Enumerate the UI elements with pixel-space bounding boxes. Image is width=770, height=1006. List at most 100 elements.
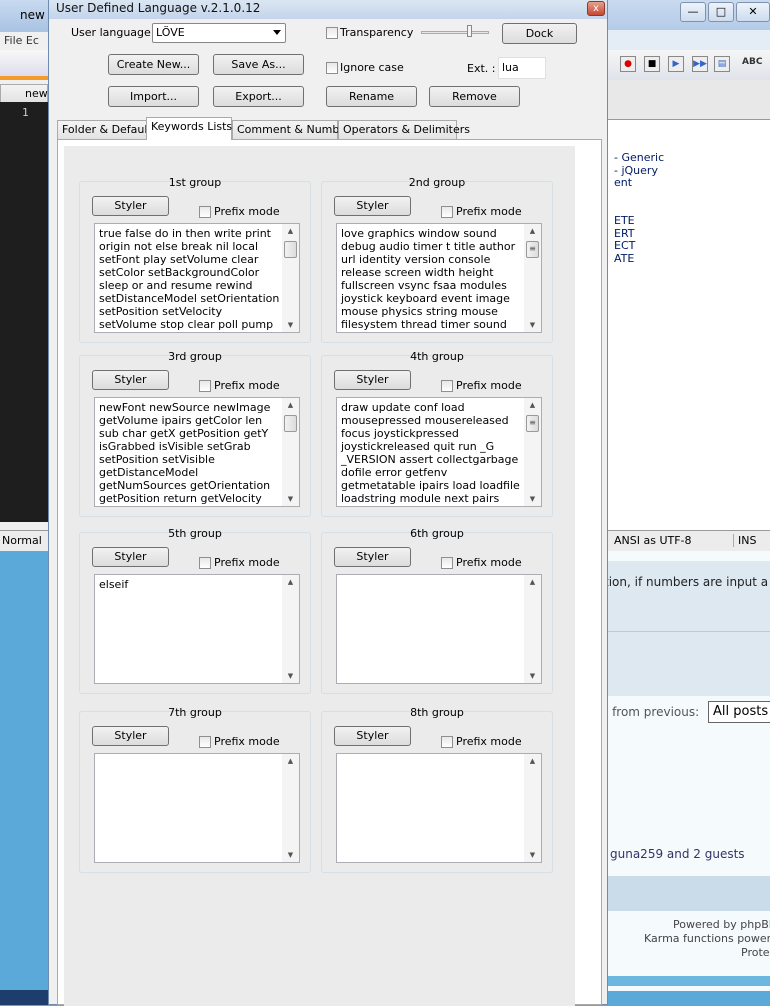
scrollbar-thumb[interactable]: ≡	[526, 415, 539, 432]
ext-input[interactable]: lua	[498, 57, 546, 79]
transparency-slider[interactable]	[421, 31, 489, 34]
group-title: 7th group	[168, 706, 222, 719]
notepad-tab[interactable]: new	[0, 84, 48, 102]
scrollbar[interactable]: ▲ ▼	[282, 575, 299, 683]
prefix-mode-checkbox[interactable]	[441, 736, 453, 748]
prefix-mode-label: Prefix mode	[214, 205, 280, 218]
rename-button[interactable]: Rename	[326, 86, 417, 107]
scroll-down-icon[interactable]: ▼	[282, 669, 299, 683]
create-new-button[interactable]: Create New...	[108, 54, 199, 75]
user-language-select[interactable]: LÖVE	[152, 23, 286, 43]
prefix-mode-checkbox[interactable]	[199, 380, 211, 392]
close-window-button[interactable]: ✕	[736, 2, 770, 22]
prefix-mode-checkbox[interactable]	[441, 206, 453, 218]
user-language-label: User language :	[71, 26, 158, 39]
group-title: 3rd group	[168, 350, 222, 363]
scrollbar[interactable]: ▲ ▼	[524, 575, 541, 683]
styler-button[interactable]: Styler	[92, 370, 169, 390]
scroll-up-icon[interactable]: ▲	[282, 575, 299, 589]
save-as-button[interactable]: Save As...	[213, 54, 304, 75]
styler-button[interactable]: Styler	[92, 547, 169, 567]
scroll-down-icon[interactable]: ▼	[524, 848, 541, 862]
save-macro-icon[interactable]: ▤	[714, 56, 730, 72]
tab-operators-delimiters[interactable]: Operators & Delimiters	[338, 120, 470, 139]
styler-button[interactable]: Styler	[334, 547, 411, 567]
prefix-mode-checkbox[interactable]	[441, 557, 453, 569]
keywords-textarea[interactable]: draw update conf load mousepressed mouse…	[336, 397, 542, 507]
keywords-textarea[interactable]: love graphics window sound debug audio t…	[336, 223, 542, 333]
scrollbar[interactable]: ▲ ▼	[524, 754, 541, 862]
import-button[interactable]: Import...	[108, 86, 199, 107]
line-number: 1	[0, 102, 48, 522]
scrollbar-thumb[interactable]	[284, 415, 297, 432]
scroll-down-icon[interactable]: ▼	[282, 848, 299, 862]
forum-text: tion, if numbers are input a	[604, 575, 769, 589]
keywords-textarea[interactable]: true false do in then write print origin…	[94, 223, 300, 333]
styler-button[interactable]: Styler	[92, 726, 169, 746]
record-macro-icon[interactable]: ●	[620, 56, 636, 72]
scrollbar[interactable]: ▲ ≡ ▼	[524, 398, 541, 506]
tab-comment-number[interactable]: Comment & Number	[232, 120, 351, 139]
prefix-mode-label: Prefix mode	[456, 379, 522, 392]
scroll-down-icon[interactable]: ▼	[524, 492, 541, 506]
close-button[interactable]: x	[587, 1, 605, 16]
udl-dialog: User Defined Language v.2.1.0.12 x User …	[48, 0, 608, 1006]
keyword-group: 1st group Styler Prefix mode true false do …	[79, 176, 311, 343]
prefix-mode-checkbox[interactable]	[199, 557, 211, 569]
online-users: guna259 and 2 guests	[610, 847, 745, 861]
scrollbar-thumb[interactable]: ≡	[526, 241, 539, 258]
scroll-down-icon[interactable]: ▼	[524, 318, 541, 332]
panel-header	[608, 80, 770, 120]
scroll-up-icon[interactable]: ▲	[282, 224, 299, 238]
styler-button[interactable]: Styler	[334, 370, 411, 390]
scrollbar-thumb[interactable]	[284, 241, 297, 258]
transparency-checkbox[interactable]	[326, 27, 338, 39]
keywords-textarea[interactable]: ▲ ▼	[94, 753, 300, 863]
notepad-toolbar	[0, 50, 48, 80]
styler-button[interactable]: Styler	[92, 196, 169, 216]
ignore-case-checkbox[interactable]	[326, 62, 338, 74]
styler-button[interactable]: Styler	[334, 196, 411, 216]
scroll-up-icon[interactable]: ▲	[524, 224, 541, 238]
prefix-mode-checkbox[interactable]	[441, 380, 453, 392]
scroll-down-icon[interactable]: ▼	[282, 318, 299, 332]
stop-macro-icon[interactable]: ■	[644, 56, 660, 72]
scrollbar[interactable]: ▲ ▼	[282, 754, 299, 862]
scroll-up-icon[interactable]: ▲	[524, 575, 541, 589]
scroll-up-icon[interactable]: ▲	[524, 398, 541, 412]
scrollbar[interactable]: ▲ ▼	[282, 398, 299, 506]
editor-line: ETE	[614, 213, 635, 227]
maximize-button[interactable]: □	[708, 2, 734, 22]
editor-line: ECT	[614, 239, 636, 253]
remove-button[interactable]: Remove	[429, 86, 520, 107]
keywords-textarea[interactable]: newFont newSource newImage getVolume ipa…	[94, 397, 300, 507]
export-button[interactable]: Export...	[213, 86, 304, 107]
play-macro-icon[interactable]: ▶	[668, 56, 684, 72]
styler-button[interactable]: Styler	[334, 726, 411, 746]
tab-keywords-lists[interactable]: Keywords Lists	[146, 117, 232, 140]
scrollbar[interactable]: ▲ ▼	[282, 224, 299, 332]
scroll-down-icon[interactable]: ▼	[524, 669, 541, 683]
dock-button[interactable]: Dock	[502, 23, 577, 44]
keywords-text: elseif	[99, 578, 129, 591]
keywords-textarea[interactable]: elseif ▲ ▼	[94, 574, 300, 684]
scroll-up-icon[interactable]: ▲	[282, 398, 299, 412]
scrollbar[interactable]: ▲ ≡ ▼	[524, 224, 541, 332]
prefix-mode-checkbox[interactable]	[199, 206, 211, 218]
minimize-button[interactable]: —	[680, 2, 706, 22]
posts-filter-select[interactable]: All posts	[708, 701, 770, 723]
notepad-menu[interactable]: File Ec	[0, 32, 48, 50]
keyword-group: 3rd group Styler Prefix mode newFont newSou…	[79, 350, 311, 517]
spellcheck-icon[interactable]: ABC	[742, 57, 762, 67]
keywords-textarea[interactable]: ▲ ▼	[336, 574, 542, 684]
scroll-up-icon[interactable]: ▲	[282, 754, 299, 768]
keywords-text: draw update conf load mousepressed mouse…	[341, 401, 520, 506]
transparency-slider-thumb[interactable]	[467, 25, 472, 37]
scroll-up-icon[interactable]: ▲	[524, 754, 541, 768]
scroll-down-icon[interactable]: ▼	[282, 492, 299, 506]
keywords-textarea[interactable]: ▲ ▼	[336, 753, 542, 863]
tab-folder-default[interactable]: Folder & Default	[57, 120, 152, 139]
footer-powered[interactable]: Powered by phpBB	[673, 918, 770, 931]
prefix-mode-checkbox[interactable]	[199, 736, 211, 748]
run-macro-multiple-icon[interactable]: ▶▶	[692, 56, 708, 72]
